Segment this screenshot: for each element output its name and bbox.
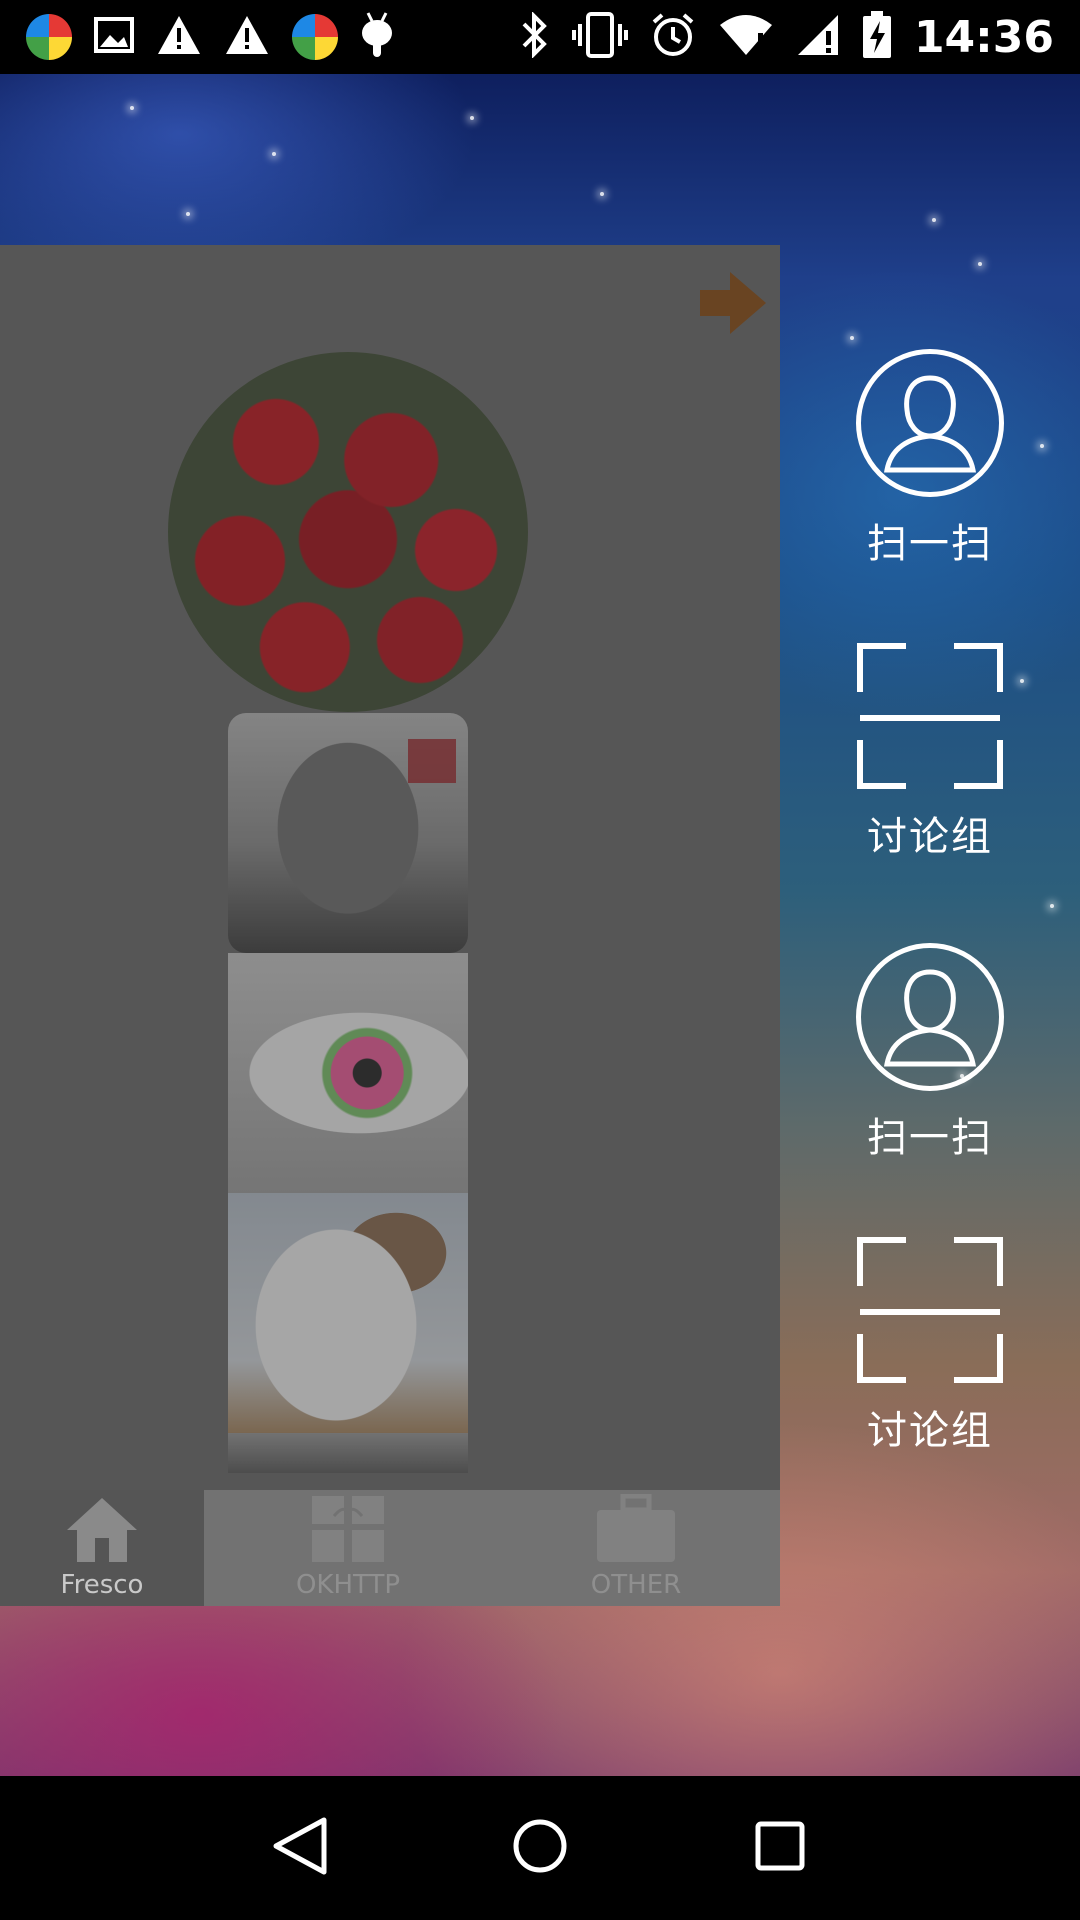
status-system: 14:36 [520, 11, 1054, 63]
home-icon [63, 1494, 141, 1568]
scan-frame-icon [856, 642, 1004, 790]
app-colorball-icon [292, 14, 338, 60]
menu-label: 扫一扫 [867, 521, 993, 567]
tab-okhttp[interactable]: OKHTTP [204, 1490, 492, 1606]
vibrate-icon [571, 12, 628, 62]
gift-icon [310, 1494, 386, 1568]
menu-label: 讨论组 [867, 814, 993, 860]
back-button[interactable] [260, 1808, 340, 1888]
image-icon [94, 17, 134, 57]
bag-icon [595, 1493, 677, 1568]
back-triangle-icon [272, 1816, 328, 1880]
tab-other[interactable]: OTHER [492, 1490, 780, 1606]
alarm-icon [650, 12, 696, 62]
menu-item-discussion[interactable]: 讨论组 [856, 1236, 1004, 1456]
menu-label: 扫一扫 [867, 1115, 993, 1161]
bottom-tab-bar: Fresco OKHTTP OTHER [0, 1490, 780, 1606]
clock: 14:36 [913, 11, 1054, 63]
user-circle-icon [856, 349, 1004, 497]
dim-overlay [0, 245, 780, 1491]
android-icon [360, 11, 394, 63]
status-notifications [26, 11, 394, 63]
menu-item-scan[interactable]: 扫一扫 [856, 349, 1004, 569]
wifi-icon [718, 13, 774, 61]
content-panel [0, 245, 780, 1491]
recents-square-icon [754, 1820, 806, 1876]
menu-item-scan[interactable]: 扫一扫 [856, 943, 1004, 1163]
home-button[interactable] [500, 1808, 580, 1888]
tab-label: OTHER [590, 1570, 682, 1600]
menu-item-discussion[interactable]: 讨论组 [856, 642, 1004, 862]
warning-icon [224, 14, 270, 60]
home-circle-icon [512, 1818, 568, 1878]
status-bar: 14:36 [0, 0, 1080, 74]
recents-button[interactable] [740, 1808, 820, 1888]
tab-fresco[interactable]: Fresco [0, 1490, 204, 1606]
navigation-bar [0, 1776, 1080, 1920]
tab-label: Fresco [60, 1570, 144, 1600]
menu-label: 讨论组 [867, 1408, 993, 1454]
tab-label: OKHTTP [295, 1570, 401, 1600]
warning-icon [156, 14, 202, 60]
battery-charging-icon [862, 11, 892, 63]
bluetooth-icon [520, 11, 550, 62]
app-colorball-icon [26, 14, 72, 60]
signal-icon [796, 13, 840, 61]
scan-frame-icon [856, 1236, 1004, 1384]
user-circle-icon [856, 943, 1004, 1091]
